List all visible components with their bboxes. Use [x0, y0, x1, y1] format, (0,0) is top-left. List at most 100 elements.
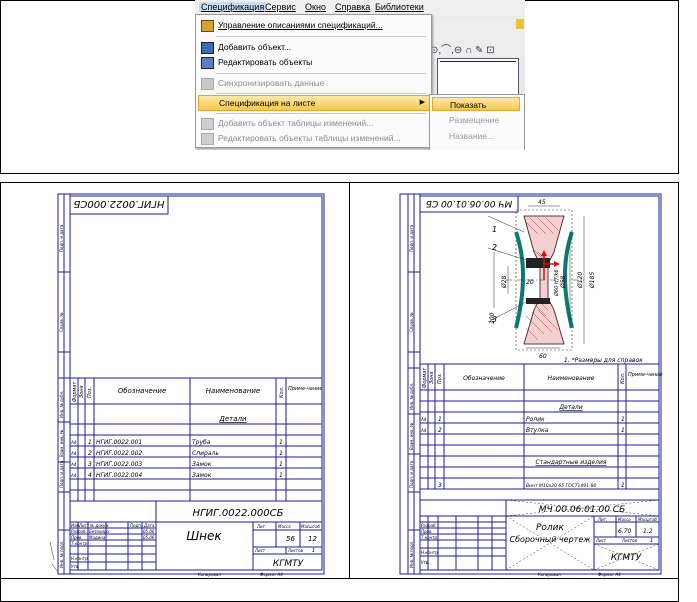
r-side-label-4: Взам. инв. №: [409, 423, 414, 450]
r-row1-name: Ролик: [526, 416, 545, 423]
copied: Копировал: [198, 572, 221, 577]
r-hdr-designation: Обозначение: [463, 375, 505, 382]
r-side-label-2: Справ. №: [409, 313, 414, 332]
sheet-label: Лист: [254, 548, 266, 553]
menu-item-sync: Синхронизировать данные: [198, 75, 428, 91]
toolbar-icon[interactable]: [516, 19, 524, 29]
dim-45: 45: [538, 199, 546, 206]
section-details: Детали: [218, 415, 247, 423]
frame-bottom-rule: [0, 578, 679, 579]
row1-qty: 1: [279, 439, 283, 446]
menu-item-edit-objects[interactable]: Редактировать объекты: [198, 54, 428, 70]
r-scale-value: 1:2: [643, 528, 653, 535]
r-lit-label: Лит.: [597, 517, 607, 522]
r-side-label-5: Подп. и дата: [409, 460, 414, 488]
r-row3-qty: 1: [621, 482, 625, 489]
edit-change-table-icon: [201, 133, 214, 145]
add-object-icon: [201, 42, 214, 54]
r-hdr-qty: Кол.: [620, 373, 626, 384]
r-row2-name: Втулка: [526, 427, 549, 434]
menu-libraries[interactable]: Библиотеки: [375, 2, 424, 12]
hdr-name: Наименование: [206, 387, 260, 395]
menu-item-edit-change-table: Редактировать объекты таблицы изменений.…: [198, 130, 428, 146]
toolbar: ⊙,⌒,⊖ ∩ ✎ ⊡: [430, 17, 525, 57]
menu-item-spec-on-sheet[interactable]: Спецификация на листе ▶: [198, 95, 430, 111]
row3-pos: 3: [88, 461, 92, 468]
role-5: Утв.: [71, 564, 79, 569]
r-role-2: Пров.: [421, 529, 433, 534]
menu-help[interactable]: Справка: [335, 2, 370, 12]
mass-label: Масса: [278, 524, 291, 529]
row3-name: Замок: [192, 461, 212, 468]
r-title-code: МЧ 00.06.01.00 СБ: [539, 505, 626, 515]
row2-format: А4: [70, 451, 77, 456]
submenu-item-show[interactable]: Показать: [432, 97, 520, 111]
r-sheets-value: 1: [650, 538, 653, 544]
r-row3-pos: 3: [438, 482, 442, 489]
add-change-table-icon: [201, 118, 214, 130]
spec-manage-icon: [201, 20, 214, 32]
side-label-5: Подп. и дата: [59, 460, 64, 488]
menu-service[interactable]: Сервис: [265, 2, 296, 12]
side-label-6: Инв. № подл.: [59, 540, 64, 568]
row1-format: А4: [70, 440, 77, 445]
dim-60: Ø60 Н7/k6: [553, 269, 560, 297]
row1-pos: 1: [88, 439, 92, 446]
submenu-item-placement: Размещение: [449, 115, 500, 125]
org: КГМТУ: [273, 559, 304, 569]
side-label-4: Взам. инв. №: [59, 430, 64, 457]
leader-1: 1: [492, 225, 497, 234]
dim-20: 20: [526, 279, 534, 286]
leader-3: 3: [492, 315, 497, 324]
edit-objects-icon: [201, 57, 214, 69]
lit-label: Лит.: [256, 524, 266, 529]
menu-window[interactable]: Окно: [305, 2, 326, 12]
hdr-qty: Кол.: [279, 387, 285, 398]
submenu-arrow-icon: ▶: [419, 99, 425, 106]
row3-qty: 1: [279, 461, 283, 468]
row2-designation: НГИГ.0022.002: [96, 450, 142, 457]
col-sign: Подп.: [130, 523, 142, 528]
row2-name: Спираль: [192, 450, 219, 457]
zoom-tools-icon[interactable]: ⊙,⌒,⊖ ∩ ✎ ⊡: [430, 41, 495, 56]
sync-icon: [201, 78, 214, 90]
r-row2-pos: 2: [438, 427, 442, 434]
r-row1-format: А4: [420, 417, 427, 422]
col-list: Лист: [78, 523, 90, 528]
hdr-note: Приме-чание: [288, 386, 322, 392]
role-2: Пров.: [71, 535, 83, 540]
row4-name: Замок: [192, 472, 212, 479]
dim-60-bottom: 60: [539, 353, 547, 360]
stamp-rotated: НГИГ.0022.000СБ: [73, 198, 164, 209]
row3-designation: НГИГ.0022.003: [96, 461, 142, 468]
side-label-2: Справ. №: [59, 313, 64, 332]
r-scale-label: Масштаб: [638, 517, 658, 522]
row1-name: Труба: [192, 439, 211, 446]
dim-120: Ø120: [577, 272, 584, 289]
r-copied: Копировал: [538, 572, 561, 577]
row1-designation: НГИГ.0022.001: [96, 439, 142, 446]
leader-2: 2: [492, 243, 497, 252]
stamp-rotated-right: МЧ 00.06.01.00 СБ: [426, 198, 513, 208]
role-1: Разраб.: [71, 529, 87, 534]
r-row1-pos: 1: [438, 416, 442, 423]
r-mass-label: Масса: [618, 517, 631, 522]
mass-value: 56: [286, 535, 295, 543]
hdr-pos: Поз.: [87, 387, 93, 398]
row4-designation: НГИГ.0022.004: [96, 472, 142, 479]
sheets-label: Листов: [287, 548, 304, 553]
assembly-spec-drawing-left: НГИГ.0022.000СБ Подп. и дата Справ. № Ин…: [49, 193, 325, 577]
person-1: Бетокиро: [89, 529, 110, 534]
r-hdr-pos: Поз.: [437, 373, 443, 384]
row3-format: А4: [70, 462, 77, 467]
r-side-label-3: Инв. № дубл.: [409, 383, 414, 410]
role-4: Н.контр.: [71, 556, 89, 561]
menu-item-manage-spec[interactable]: Управление описаниями спецификаций...: [198, 17, 428, 33]
row4-qty: 1: [279, 472, 283, 479]
format-footer: Формат А4: [260, 572, 283, 577]
drawing-note: 1. *Размеры для справок: [564, 357, 643, 364]
menu-item-add-object[interactable]: Добавить объект...: [198, 39, 428, 55]
title-code: НГИГ.0022.000СБ: [193, 508, 284, 519]
assembly-drawing-right: 45 Ø58 Ø60 Н7/k6 Ø120 Ø185 Ø28 20 60 100…: [399, 193, 662, 577]
menu-specification[interactable]: Спецификация: [199, 2, 267, 12]
